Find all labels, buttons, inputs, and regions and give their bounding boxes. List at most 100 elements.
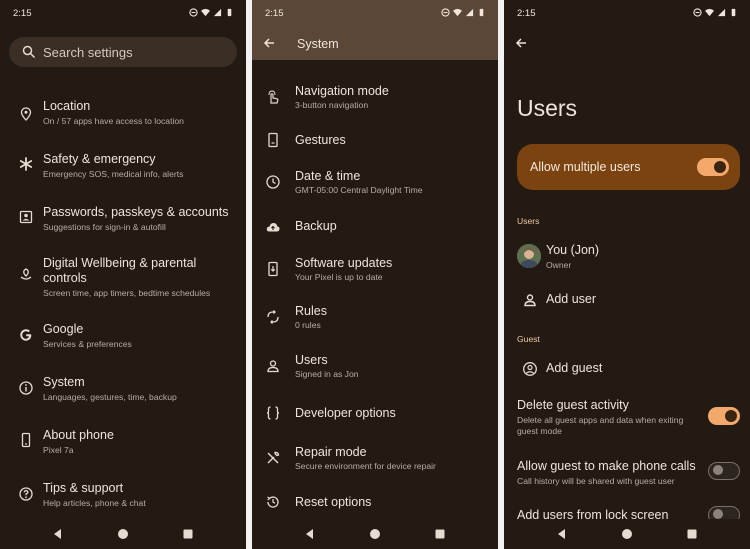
settings-item-wellbeing[interactable]: Digital Wellbeing & parental controls Sc… — [0, 255, 246, 299]
back-arrow-icon[interactable] — [513, 35, 529, 51]
clock-icon — [265, 174, 281, 190]
add-guest-button[interactable]: Add guest — [504, 359, 750, 381]
delete-guest-toggle[interactable] — [708, 407, 740, 425]
settings-item-passwords[interactable]: Passwords, passkeys & accounts Suggestio… — [0, 204, 246, 240]
wifi-icon — [705, 8, 714, 17]
restore-icon — [265, 494, 281, 510]
toggle-knob — [713, 509, 723, 519]
item-subtitle: Help articles, phone & chat — [43, 498, 146, 508]
item-subtitle: 3-button navigation — [295, 100, 369, 110]
item-title: Tips & support — [43, 481, 124, 495]
status-bar: 2:15 — [504, 0, 750, 26]
settings-item-tips[interactable]: Tips & support Help articles, phone & ch… — [0, 480, 246, 516]
allow-multiple-users-label: Allow multiple users — [530, 160, 641, 174]
item-subtitle: Signed in as Jon — [295, 369, 359, 379]
app-bar: System — [252, 26, 498, 60]
location-pin-icon — [18, 106, 34, 122]
item-subtitle: Secure environment for device repair — [295, 461, 436, 471]
back-nav-icon[interactable] — [52, 528, 64, 540]
guest-section-header: Guest — [517, 334, 540, 344]
info-icon — [18, 380, 34, 396]
allow-multiple-users-toggle[interactable] — [697, 158, 729, 176]
item-title: Navigation mode — [295, 84, 389, 98]
item-subtitle: 0 rules — [295, 320, 321, 330]
item-title: Repair mode — [295, 445, 367, 459]
item-title: About phone — [43, 428, 114, 442]
status-bar: 2:15 — [252, 0, 498, 26]
search-placeholder: Search settings — [43, 45, 133, 60]
system-item-gestures[interactable]: Gestures — [252, 131, 498, 153]
system-item-software-updates[interactable]: Software updates Your Pixel is up to dat… — [252, 255, 498, 285]
back-nav-icon[interactable] — [556, 528, 568, 540]
dnd-icon — [441, 8, 450, 17]
add-user-button[interactable]: Add user — [504, 290, 750, 312]
item-title: Users — [295, 353, 328, 367]
item-title: Safety & emergency — [43, 152, 156, 166]
settings-item-location[interactable]: Location On / 57 apps have access to loc… — [0, 98, 246, 134]
wifi-icon — [201, 8, 210, 17]
status-time: 2:15 — [13, 8, 32, 19]
allow-multiple-users-row[interactable]: Allow multiple users — [517, 144, 740, 190]
add-user-label: Add user — [546, 292, 597, 306]
back-arrow-icon[interactable] — [261, 35, 277, 51]
back-nav-icon[interactable] — [304, 528, 316, 540]
page-title: System — [297, 37, 339, 51]
item-title: Passwords, passkeys & accounts — [43, 205, 229, 219]
settings-item-google[interactable]: Google Services & preferences — [0, 321, 246, 357]
item-title: Digital Wellbeing & parental controls — [43, 256, 197, 285]
delete-guest-activity-row[interactable]: Delete guest activity Delete all guest a… — [504, 397, 750, 439]
system-item-developer-options[interactable]: Developer options — [252, 404, 498, 426]
home-nav-icon[interactable] — [117, 528, 129, 540]
item-title: Google — [43, 322, 84, 336]
screenshot-collage: 2:15 Search settings Location On / 57 ap… — [0, 0, 750, 549]
recents-nav-icon[interactable] — [434, 528, 446, 540]
status-icons — [189, 8, 234, 17]
recents-nav-icon[interactable] — [686, 528, 698, 540]
settings-item-safety[interactable]: Safety & emergency Emergency SOS, medica… — [0, 151, 246, 187]
item-subtitle: GMT-05:00 Central Daylight Time — [295, 185, 423, 195]
toggle-knob — [725, 410, 737, 422]
system-item-users[interactable]: Users Signed in as Jon — [252, 352, 498, 382]
add-person-icon — [522, 292, 536, 307]
system-item-navigation-mode[interactable]: Navigation mode 3-button navigation — [252, 83, 498, 113]
system-item-rules[interactable]: Rules 0 rules — [252, 303, 498, 333]
system-item-repair-mode[interactable]: Repair mode Secure environment for devic… — [252, 444, 498, 474]
system-screen: 2:15 System Navigation mode 3-button nav… — [252, 0, 498, 549]
wellbeing-icon — [18, 267, 34, 283]
phone-icon — [18, 432, 34, 448]
item-title: Location — [43, 99, 91, 113]
item-subtitle: Your Pixel is up to date — [295, 272, 383, 282]
recents-nav-icon[interactable] — [182, 528, 194, 540]
system-update-icon — [265, 261, 281, 277]
item-title: Developer options — [295, 406, 396, 420]
guest-phone-calls-row[interactable]: Allow guest to make phone calls Call his… — [504, 458, 750, 488]
system-item-reset-options[interactable]: Reset options — [252, 493, 498, 515]
settings-item-about-phone[interactable]: About phone Pixel 7a — [0, 427, 246, 463]
item-subtitle: Pixel 7a — [43, 445, 74, 455]
guest-calls-toggle[interactable] — [708, 462, 740, 480]
item-subtitle: On / 57 apps have access to location — [43, 116, 184, 126]
item-title: Reset options — [295, 495, 372, 509]
user-name: You (Jon) — [546, 243, 600, 257]
battery-icon — [729, 8, 738, 17]
navigation-bar — [252, 519, 498, 549]
settings-item-system[interactable]: System Languages, gestures, time, backup — [0, 374, 246, 410]
person-icon — [265, 358, 281, 374]
item-title: Backup — [295, 219, 337, 233]
home-nav-icon[interactable] — [621, 528, 633, 540]
search-bar[interactable]: Search settings — [9, 37, 237, 67]
rules-icon — [265, 309, 281, 325]
system-item-backup[interactable]: Backup — [252, 217, 498, 239]
system-item-date-time[interactable]: Date & time GMT-05:00 Central Daylight T… — [252, 168, 498, 198]
home-nav-icon[interactable] — [369, 528, 381, 540]
guest-calls-title: Allow guest to make phone calls — [517, 459, 696, 473]
settings-screen: 2:15 Search settings Location On / 57 ap… — [0, 0, 246, 549]
item-title: Rules — [295, 304, 327, 318]
account-box-icon — [18, 209, 34, 225]
battery-icon — [477, 8, 486, 17]
item-subtitle: Screen time, app timers, bedtime schedul… — [43, 288, 211, 298]
dnd-icon — [693, 8, 702, 17]
signal-icon — [213, 8, 222, 17]
user-item-jon[interactable]: You (Jon) Owner — [504, 242, 750, 272]
navigation-bar — [504, 519, 750, 549]
